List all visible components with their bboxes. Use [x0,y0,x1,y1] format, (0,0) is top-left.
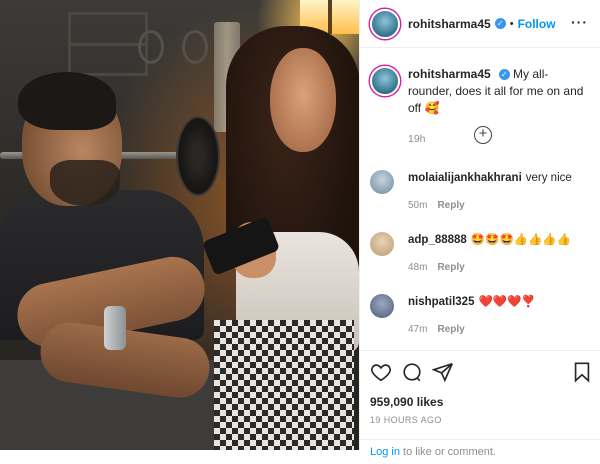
separator-dot: • [509,17,514,30]
avatar[interactable] [370,232,394,256]
comment-meta: 50m Reply [408,198,572,214]
comment-meta: 48m Reply [408,260,571,276]
comment-username[interactable]: adp_88888 [408,234,467,246]
reply-button[interactable]: Reply [437,200,464,211]
photo-shelf [68,12,148,76]
comment-item: adp_88888 🤩🤩🤩👍👍👍👍 48m Reply [360,232,600,284]
avatar[interactable] [370,8,400,39]
reply-button[interactable]: Reply [437,324,464,335]
login-text: to like or comment. [399,446,496,458]
heart-icon[interactable] [370,361,396,387]
comment-body: molaialijankhakhrani very nice 50m Reply [408,170,572,222]
comment-text: ❤️❤️❤️❣️ [478,296,536,308]
photo-weight-plate [176,116,220,196]
post-actions: 959,090 likes 19 HOURS AGO Log in to lik… [360,350,600,458]
post-sidebar: rohitsharma45 ✓ • Follow ··· rohitsharma… [359,0,600,458]
photo-man-hair [18,72,116,130]
bookmark-icon[interactable] [571,361,595,385]
caption-username[interactable]: rohitsharma45 [408,67,491,81]
header-username[interactable]: rohitsharma45 [408,17,491,31]
photo-woman-face [270,48,336,152]
comment-time: 47m [408,324,428,335]
avatar[interactable] [370,170,394,194]
comment-meta: 47m Reply [408,322,536,338]
comment-icon[interactable] [401,361,427,387]
photo-gym-ring [182,30,208,64]
share-icon[interactable] [431,361,458,387]
comment-time: 48m [408,262,428,273]
comment-body: adp_88888 🤩🤩🤩👍👍👍👍 48m Reply [408,232,571,284]
caption-avatar[interactable] [370,66,400,96]
follow-button[interactable]: Follow [518,17,556,31]
avatar[interactable] [370,294,394,318]
comment-item: nishpatil325 ❤️❤️❤️❣️ 47m Reply [360,294,600,346]
comment-body: nishpatil325 ❤️❤️❤️❣️ 47m Reply [408,294,536,346]
like-count[interactable]: 959,090 likes [360,387,600,409]
caption-body: rohitsharma45 ✓ My all-rounder, does it a… [408,66,590,117]
photo-gym-ring [138,30,164,64]
caption-time: 19h [408,133,426,145]
action-icons [360,351,600,387]
verified-icon: ✓ [494,18,506,29]
photo-smartwatch [104,306,126,350]
comment-text: very nice [525,172,572,184]
comment-username[interactable]: nishpatil325 [408,296,474,308]
comment-time: 50m [408,200,428,211]
post-header: rohitsharma45 ✓ • Follow ··· [360,0,600,48]
login-prompt: Log in to like or comment. [360,439,600,464]
comment-item: molaialijankhakhrani very nice 50m Reply [360,170,600,222]
comments-list: molaialijankhakhrani very nice 50m Reply a… [360,160,600,350]
comment-text: 🤩🤩🤩👍👍👍👍 [470,234,572,246]
comment-username[interactable]: molaialijankhakhrani [408,172,522,184]
post-timestamp: 19 HOURS AGO [370,415,442,425]
reply-button[interactable]: Reply [437,262,464,273]
more-options-icon[interactable]: ··· [571,14,588,30]
photo-man-beard [50,160,120,206]
login-link[interactable]: Log in [370,446,400,458]
caption: rohitsharma45 ✓ My all-rounder, does it a… [360,48,600,117]
caption-emoji: 🥰 [424,101,440,115]
instagram-post: rohitsharma45 ✓ • Follow ··· rohitsharma… [0,0,600,458]
photo-woman-skirt [214,320,354,450]
plus-circle-icon[interactable]: + [474,126,492,144]
verified-icon: ✓ [498,69,510,80]
post-photo[interactable] [0,0,359,450]
